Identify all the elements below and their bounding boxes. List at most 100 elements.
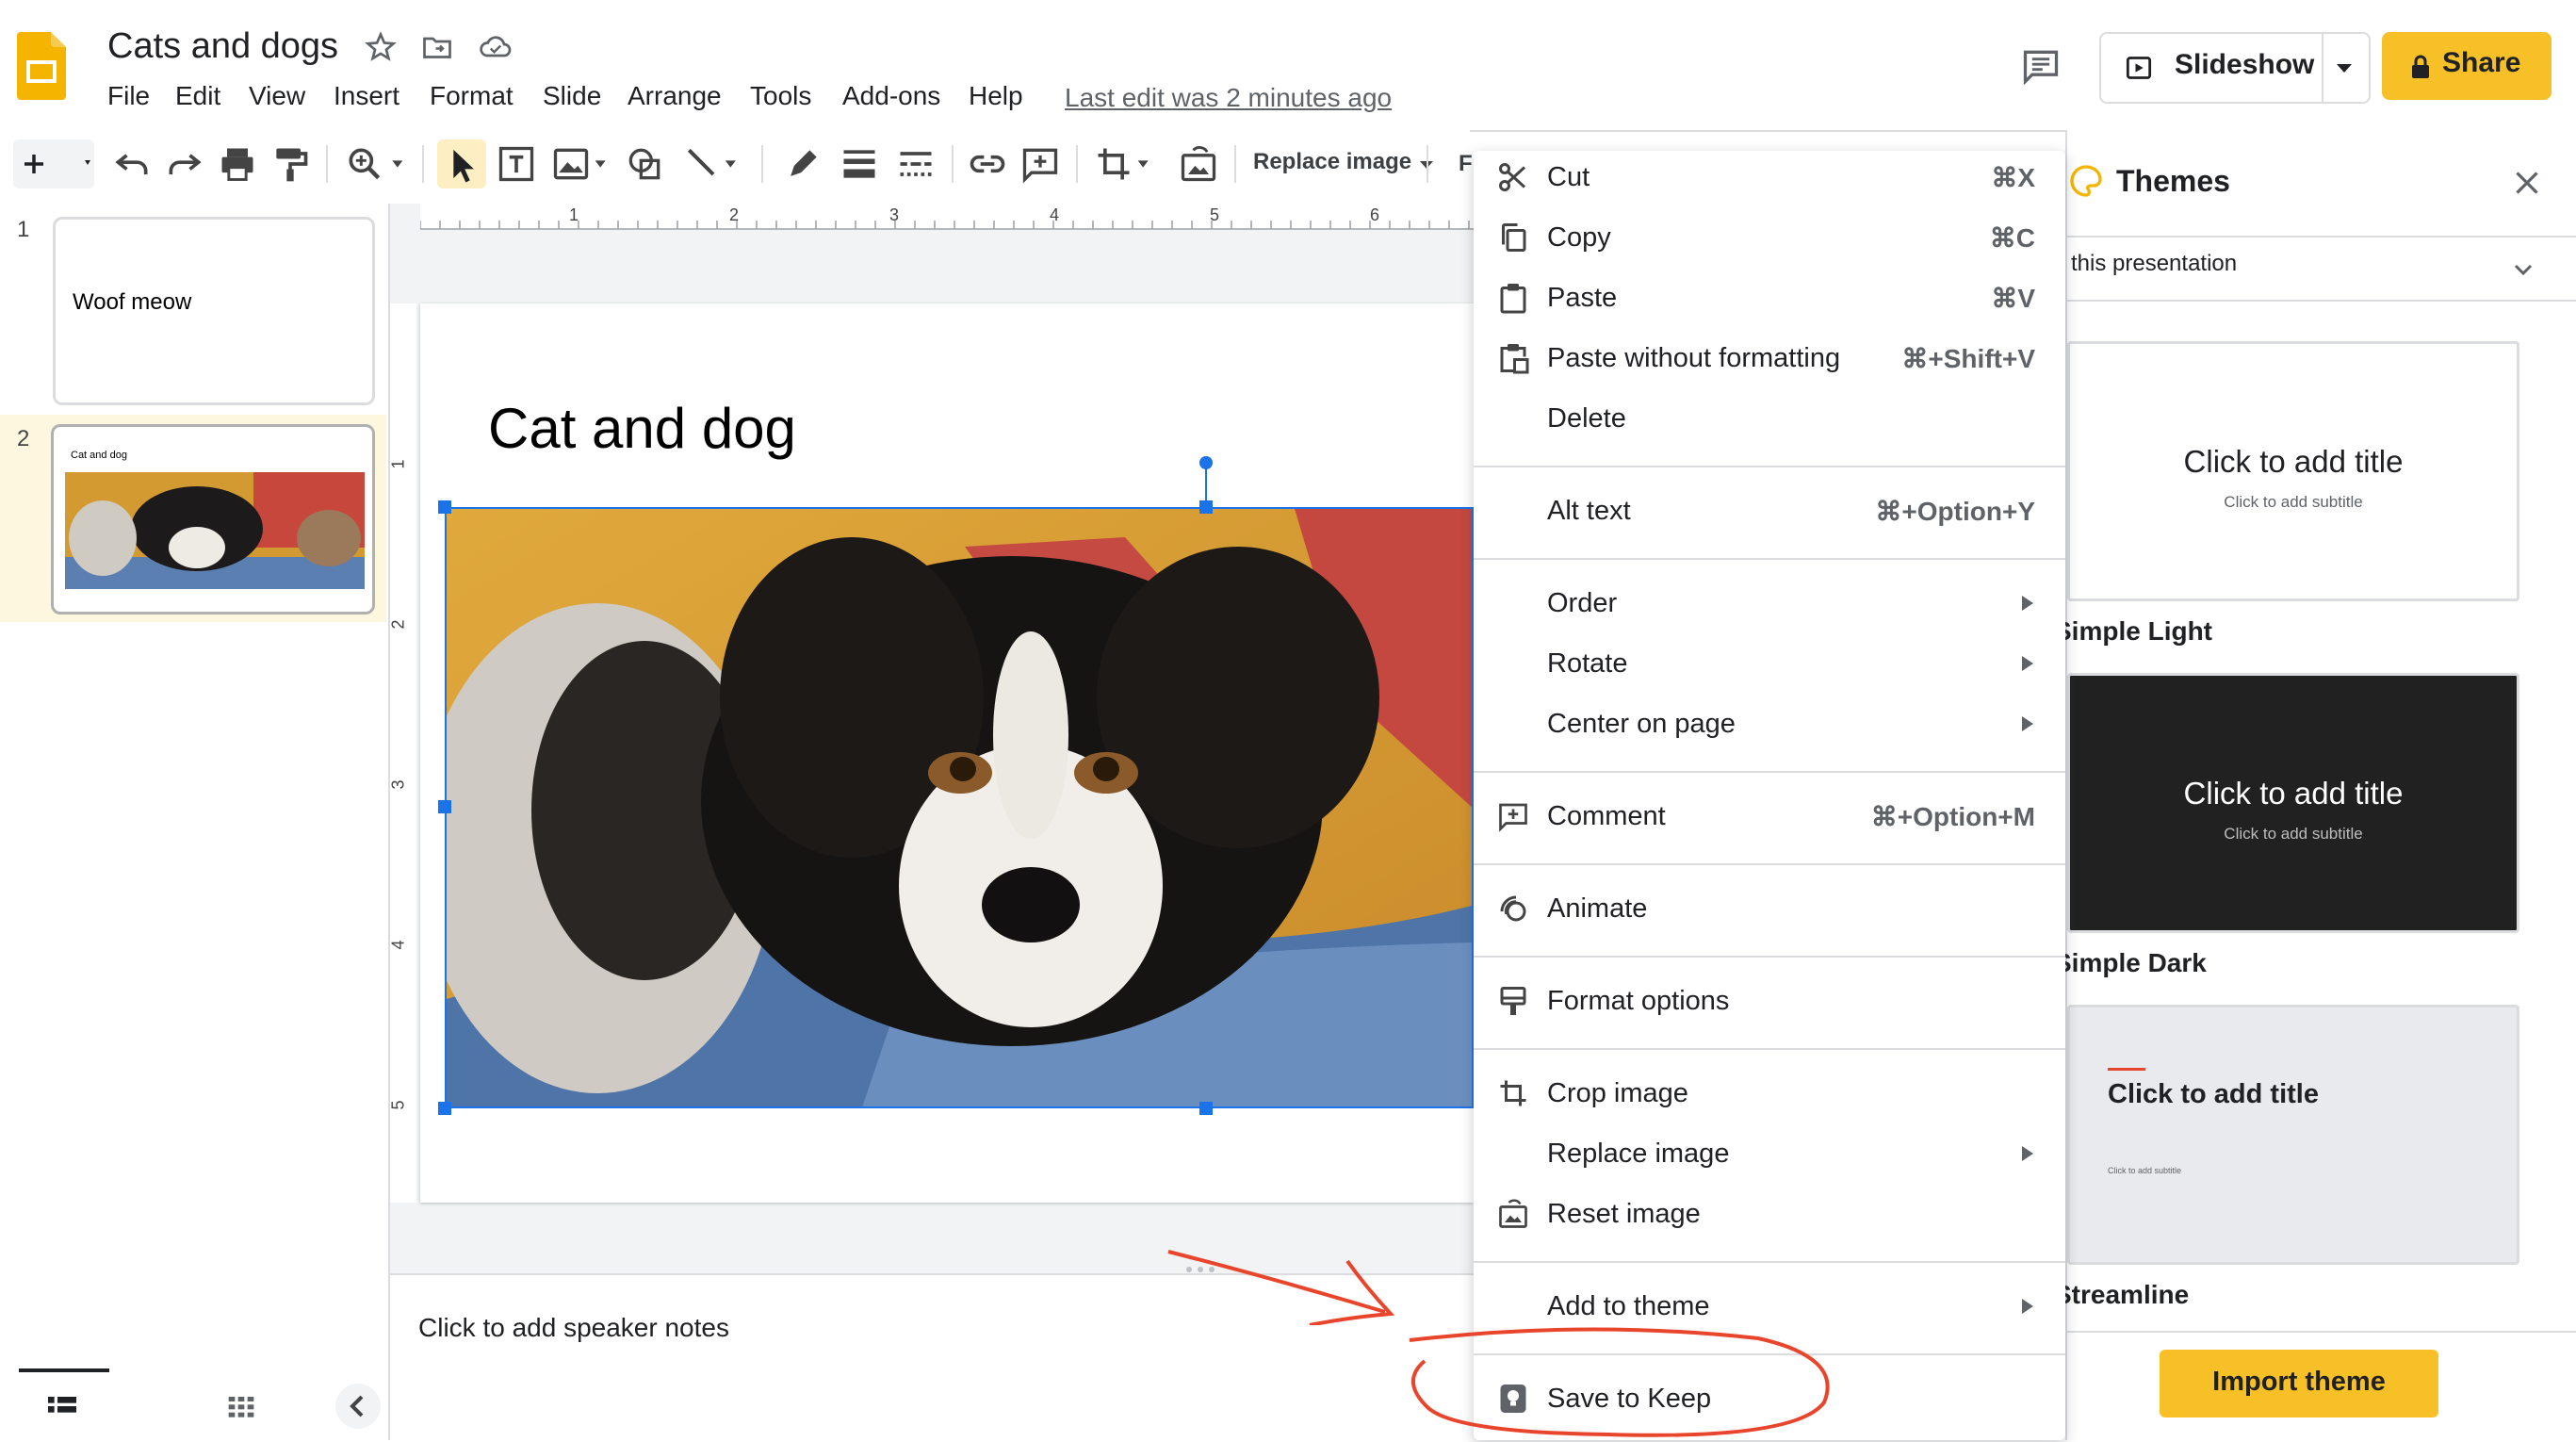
filmstrip-view-icon[interactable] [43, 1387, 81, 1425]
border-color-icon[interactable] [782, 143, 823, 185]
menu-tools[interactable]: Tools [750, 81, 811, 111]
menu-item-comment[interactable]: Comment ⌘+Option+M [1474, 790, 2065, 844]
line-icon[interactable] [680, 143, 746, 185]
theme-preview-subtitle: Click to add subtitle [2224, 825, 2363, 843]
grid-view-icon[interactable] [222, 1387, 260, 1425]
ruler-label: 4 [388, 940, 408, 950]
toolbar-separator [1076, 145, 1078, 183]
themes-panel: Themes this presentation Click to add ti… [2054, 130, 2576, 1440]
menu-item-shortcut: ⌘+Shift+V [1901, 344, 2035, 373]
share-button[interactable]: Share [2382, 32, 2552, 100]
menu-item-rotate[interactable]: Rotate [1474, 637, 2065, 692]
redo-icon[interactable] [164, 143, 205, 185]
shape-icon[interactable] [624, 143, 665, 185]
star-icon[interactable] [364, 30, 398, 64]
slide-thumbnail-1[interactable]: Woof meow [53, 217, 375, 405]
print-icon[interactable] [217, 143, 258, 185]
menu-item-cut[interactable]: Cut ⌘X [1474, 151, 2065, 205]
ruler-label: 3 [388, 779, 408, 790]
slideshow-divider [2322, 34, 2323, 102]
menu-view[interactable]: View [249, 81, 305, 111]
selected-image[interactable] [445, 507, 1474, 1108]
menu-item-alt-text[interactable]: Alt text ⌘+Option+Y [1474, 484, 2065, 539]
format-options-icon [1496, 984, 1530, 1018]
ruler-label: 5 [388, 1100, 408, 1110]
border-weight-icon[interactable] [839, 143, 880, 185]
insert-image-icon[interactable] [548, 143, 614, 185]
document-title[interactable]: Cats and dogs [107, 26, 338, 67]
theme-card-simple-dark[interactable]: Click to add title Click to add subtitle [2067, 673, 2519, 933]
undo-icon[interactable] [111, 143, 153, 185]
reset-image-icon[interactable] [1178, 143, 1219, 185]
link-icon[interactable] [967, 143, 1008, 185]
palette-icon [2067, 162, 2105, 200]
move-to-folder-icon[interactable] [420, 30, 454, 64]
context-menu: Cut ⌘X Copy ⌘C Paste ⌘V Paste without fo… [1474, 151, 2065, 1440]
menu-item-animate[interactable]: Animate [1474, 882, 2065, 937]
menu-format[interactable]: Format [430, 81, 514, 111]
menu-item-replace-image[interactable]: Replace image [1474, 1127, 2065, 1182]
slides-logo-icon[interactable] [17, 32, 66, 100]
theme-card-streamline[interactable]: Click to add title Click to add subtitle [2067, 1005, 2519, 1265]
import-theme-button[interactable]: Import theme [2160, 1350, 2438, 1417]
menu-item-order[interactable]: Order [1474, 577, 2065, 631]
slideshow-button[interactable]: Slideshow [2099, 32, 2371, 104]
toolbar-separator [761, 145, 763, 183]
import-theme-label: Import theme [2212, 1367, 2386, 1397]
menu-item-paste[interactable]: Paste ⌘V [1474, 271, 2065, 326]
zoom-icon[interactable] [341, 143, 409, 185]
new-slide-button[interactable] [13, 139, 94, 188]
menu-insert[interactable]: Insert [334, 81, 399, 111]
scissors-icon [1496, 160, 1530, 194]
menu-item-crop-image[interactable]: Crop image [1474, 1067, 2065, 1122]
menu-file[interactable]: File [107, 81, 150, 111]
menu-item-delete[interactable]: Delete [1474, 392, 2065, 447]
submenu-arrow-icon [2022, 596, 2033, 611]
annotation-arrow [1159, 1240, 1404, 1325]
theme-preview-title: Click to add title [2183, 776, 2404, 811]
menu-item-label: Comment [1547, 801, 1666, 831]
resize-handle[interactable] [438, 500, 451, 514]
rotate-handle[interactable] [1199, 456, 1213, 469]
add-comment-icon[interactable] [1019, 143, 1061, 185]
menu-arrange[interactable]: Arrange [628, 81, 722, 111]
last-edit-link[interactable]: Last edit was 2 minutes ago [1065, 83, 1392, 113]
menu-item-center-on-page[interactable]: Center on page [1474, 697, 2065, 752]
paint-format-icon[interactable] [269, 143, 311, 185]
slide-thumbnail-text: Woof meow [73, 289, 192, 315]
menu-slide[interactable]: Slide [543, 81, 601, 111]
replace-image-dropdown[interactable]: Replace image [1253, 149, 1433, 183]
menu-separator [1474, 863, 2065, 865]
theme-card-simple-light[interactable]: Click to add title Click to add subtitle [2067, 341, 2519, 601]
border-dash-icon[interactable] [895, 143, 937, 185]
theme-filter-dropdown[interactable]: this presentation [2067, 239, 2576, 303]
slide-number: 2 [17, 426, 30, 451]
menu-help[interactable]: Help [969, 81, 1023, 111]
crop-icon[interactable] [1091, 143, 1157, 185]
theme-preview-title: Click to add title [2183, 444, 2404, 479]
format-options-button[interactable]: F [1459, 151, 1473, 177]
menu-item-label: Cut [1547, 162, 1590, 192]
menu-item-reset-image[interactable]: Reset image [1474, 1188, 2065, 1242]
menu-item-shortcut: ⌘+Option+Y [1875, 497, 2035, 526]
resize-handle[interactable] [438, 800, 451, 813]
close-themes-icon[interactable] [2510, 166, 2544, 200]
menu-item-paste-without-formatting[interactable]: Paste without formatting ⌘+Shift+V [1474, 332, 2065, 386]
menu-item-copy[interactable]: Copy ⌘C [1474, 211, 2065, 266]
menu-addons[interactable]: Add-ons [842, 81, 940, 111]
cloud-saved-icon[interactable] [477, 30, 514, 64]
resize-handle[interactable] [1199, 1102, 1213, 1115]
collapse-filmstrip-icon[interactable] [335, 1384, 381, 1429]
ruler-label: 5 [1210, 205, 1220, 224]
resize-handle[interactable] [438, 1102, 451, 1115]
select-tool-button[interactable] [437, 139, 486, 188]
comments-icon[interactable] [2020, 45, 2062, 87]
slideshow-dropdown-icon[interactable] [2337, 64, 2352, 73]
text-box-icon[interactable] [496, 143, 537, 185]
menu-item-label: Paste without formatting [1547, 343, 1841, 373]
menu-edit[interactable]: Edit [175, 81, 220, 111]
slide-title[interactable]: Cat and dog [488, 396, 796, 461]
copy-icon [1496, 221, 1530, 254]
menu-item-format-options[interactable]: Format options [1474, 975, 2065, 1029]
slide-thumbnail-2[interactable]: Cat and dog [51, 424, 375, 614]
